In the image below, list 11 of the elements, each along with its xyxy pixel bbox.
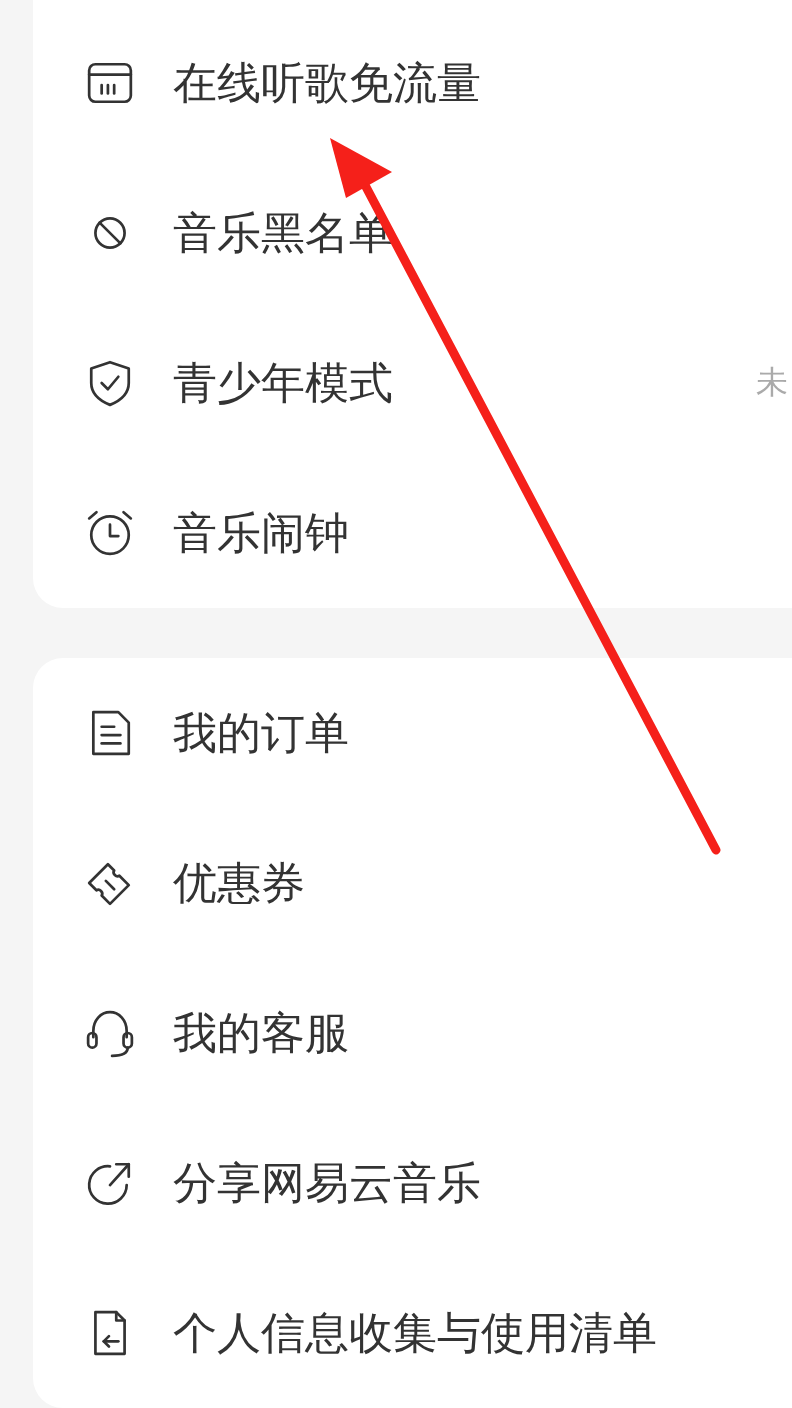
menu-item[interactable]: 音乐闹钟 xyxy=(173,503,349,563)
headset-icon xyxy=(85,1008,135,1058)
alarm-clock-icon xyxy=(85,508,135,558)
menu-item[interactable]: 分享网易云音乐 xyxy=(173,1153,481,1213)
menu-item[interactable]: 优惠券 xyxy=(173,853,305,913)
menu-item[interactable]: 我的客服 xyxy=(173,1003,349,1063)
menu-item[interactable]: 个人信息收集与使用清单 xyxy=(173,1303,657,1363)
menu-item[interactable]: 在线听歌免流量 xyxy=(173,53,481,113)
menu-item[interactable]: 青少年模式 xyxy=(173,353,393,413)
status-text: 未 xyxy=(756,362,788,403)
menu-item[interactable]: 我的订单 xyxy=(173,703,349,763)
